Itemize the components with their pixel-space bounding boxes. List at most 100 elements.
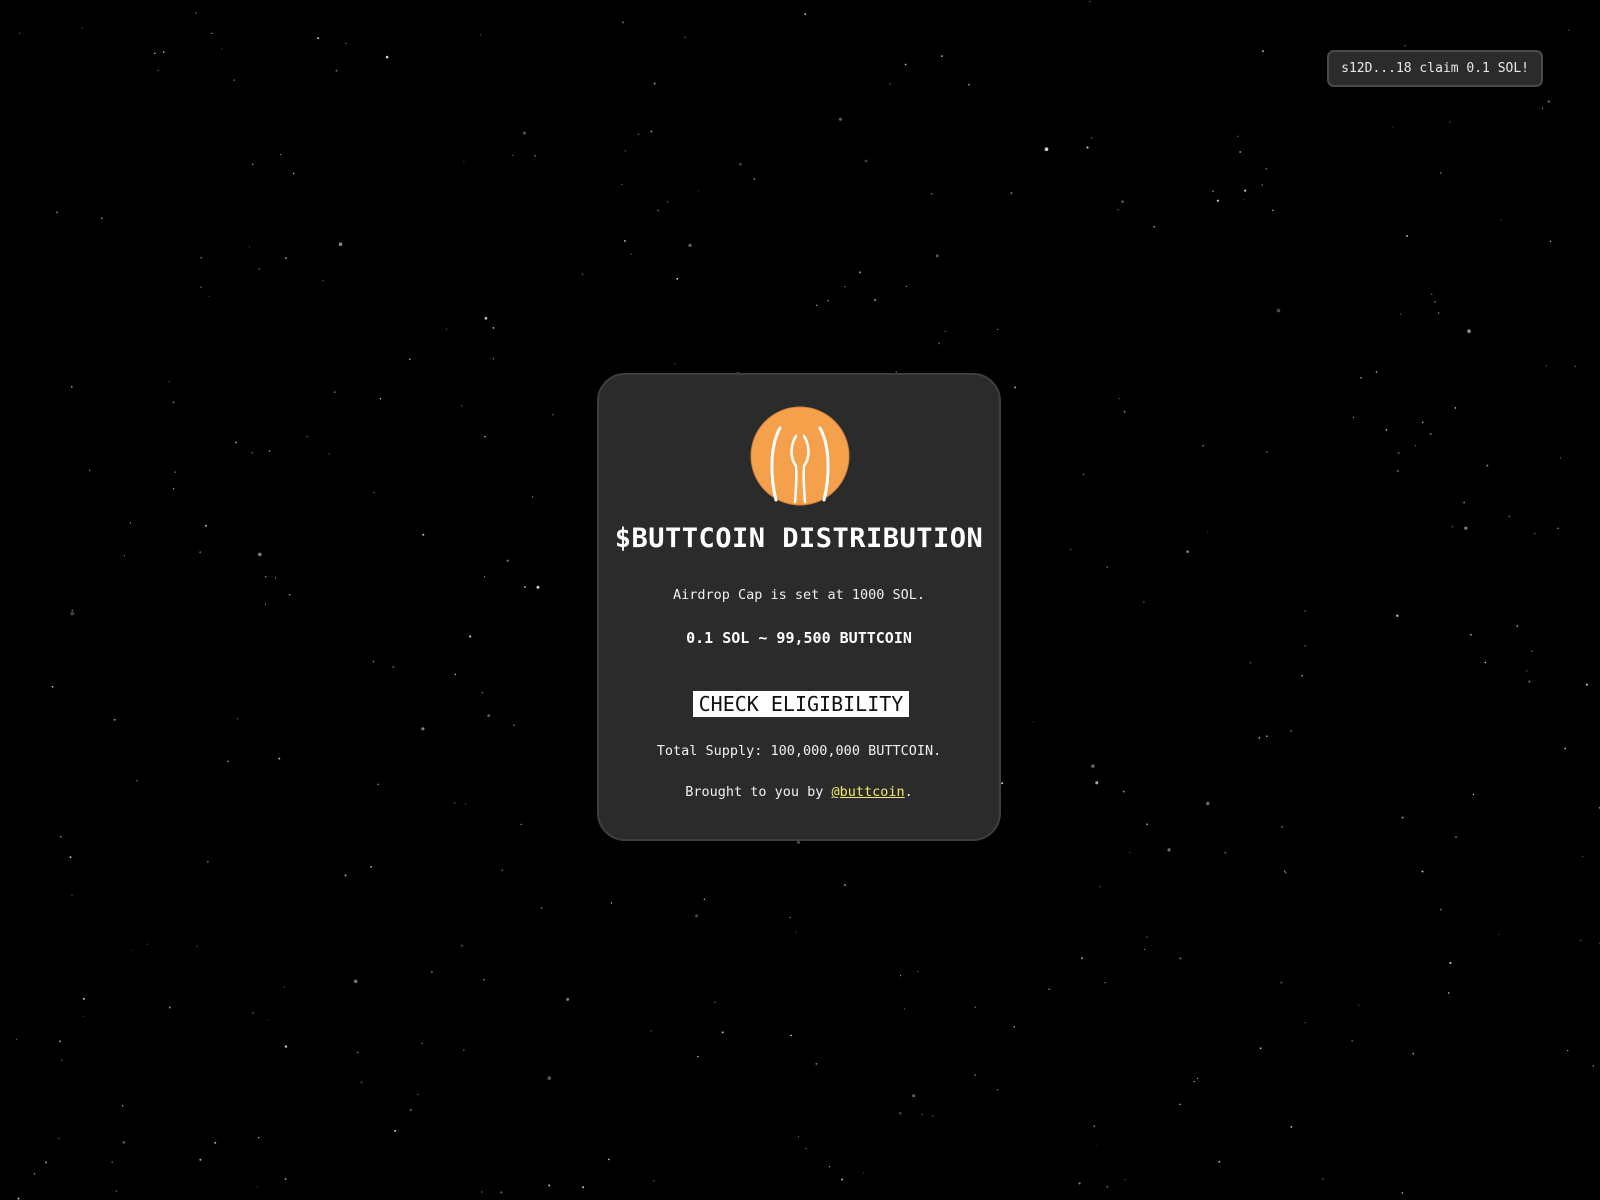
star — [721, 1031, 724, 1034]
star — [1385, 428, 1388, 431]
star — [1579, 939, 1582, 942]
star — [172, 401, 175, 404]
star — [1401, 816, 1404, 819]
star — [1265, 167, 1268, 170]
star — [912, 1094, 916, 1098]
star — [1244, 189, 1247, 192]
star — [697, 190, 699, 192]
star — [1392, 126, 1394, 128]
star — [1104, 981, 1106, 984]
star — [463, 161, 465, 163]
star — [123, 555, 125, 557]
star — [306, 435, 309, 438]
star — [392, 666, 395, 669]
exchange-rate-text: 0.1 SOL ~ 99,500 BUTTCOIN — [686, 629, 912, 647]
star — [944, 330, 947, 333]
star — [129, 522, 131, 524]
star — [317, 37, 320, 40]
star — [353, 979, 358, 984]
star — [858, 271, 861, 274]
star — [484, 576, 486, 578]
star — [522, 131, 527, 135]
star — [1304, 610, 1306, 613]
star — [996, 328, 999, 331]
star — [292, 172, 295, 175]
star — [115, 1190, 118, 1192]
star — [862, 1172, 864, 1174]
star — [460, 944, 463, 947]
star — [1080, 957, 1083, 960]
star — [136, 780, 138, 782]
star — [206, 860, 209, 863]
star — [122, 1141, 125, 1144]
star — [1206, 801, 1210, 806]
star — [688, 243, 692, 248]
star — [739, 162, 742, 166]
star — [483, 978, 485, 981]
star — [1533, 532, 1536, 535]
star — [624, 150, 627, 152]
star — [551, 413, 554, 416]
star — [274, 577, 276, 579]
star — [1406, 235, 1408, 237]
star — [968, 83, 970, 86]
star — [1404, 44, 1406, 47]
credit-suffix: . — [904, 784, 913, 800]
star — [199, 551, 202, 554]
star — [816, 304, 818, 307]
star — [506, 559, 509, 562]
star — [370, 865, 372, 868]
star — [268, 450, 271, 452]
airdrop-cap-text: Airdrop Cap is set at 1000 SOL. — [673, 587, 925, 603]
star — [1082, 473, 1085, 475]
buttcoin-logo-icon — [750, 406, 850, 506]
check-eligibility-button[interactable]: CHECK ELIGIBILITY — [693, 691, 909, 717]
star — [51, 685, 54, 688]
star — [157, 69, 160, 72]
star — [1449, 121, 1451, 123]
star — [59, 835, 62, 838]
star — [284, 1178, 287, 1180]
star — [931, 193, 933, 195]
star — [1360, 377, 1362, 379]
star — [379, 398, 382, 400]
star — [536, 585, 540, 589]
star — [251, 163, 254, 166]
star — [941, 55, 943, 57]
star — [377, 783, 380, 786]
star — [1086, 146, 1089, 149]
star — [889, 83, 891, 85]
star — [1196, 1077, 1199, 1080]
star — [1093, 1125, 1096, 1127]
star — [920, 1113, 923, 1116]
star — [1143, 601, 1145, 603]
total-supply-text: Total Supply: 100,000,000 BUTTCOIN. — [656, 743, 942, 759]
star — [460, 405, 463, 407]
star — [1547, 100, 1551, 103]
star — [1401, 1192, 1404, 1194]
star — [1549, 240, 1552, 243]
star — [484, 435, 486, 438]
star — [1567, 1049, 1569, 1052]
star — [333, 391, 336, 393]
star — [195, 12, 197, 15]
star — [1272, 209, 1274, 212]
star — [607, 1158, 610, 1161]
star — [790, 1034, 793, 1037]
star — [421, 727, 425, 731]
star — [1447, 992, 1450, 994]
star — [534, 154, 537, 157]
star — [1486, 464, 1489, 467]
star — [1557, 527, 1559, 530]
star — [172, 488, 175, 490]
star — [227, 760, 229, 763]
star — [278, 757, 281, 760]
star — [1431, 293, 1433, 295]
star — [33, 1173, 36, 1175]
star — [208, 295, 210, 298]
star — [16, 1038, 18, 1040]
star — [1179, 1103, 1181, 1106]
star — [1032, 721, 1034, 723]
star — [1581, 855, 1584, 858]
buttcoin-twitter-link[interactable]: @buttcoin — [832, 784, 905, 800]
